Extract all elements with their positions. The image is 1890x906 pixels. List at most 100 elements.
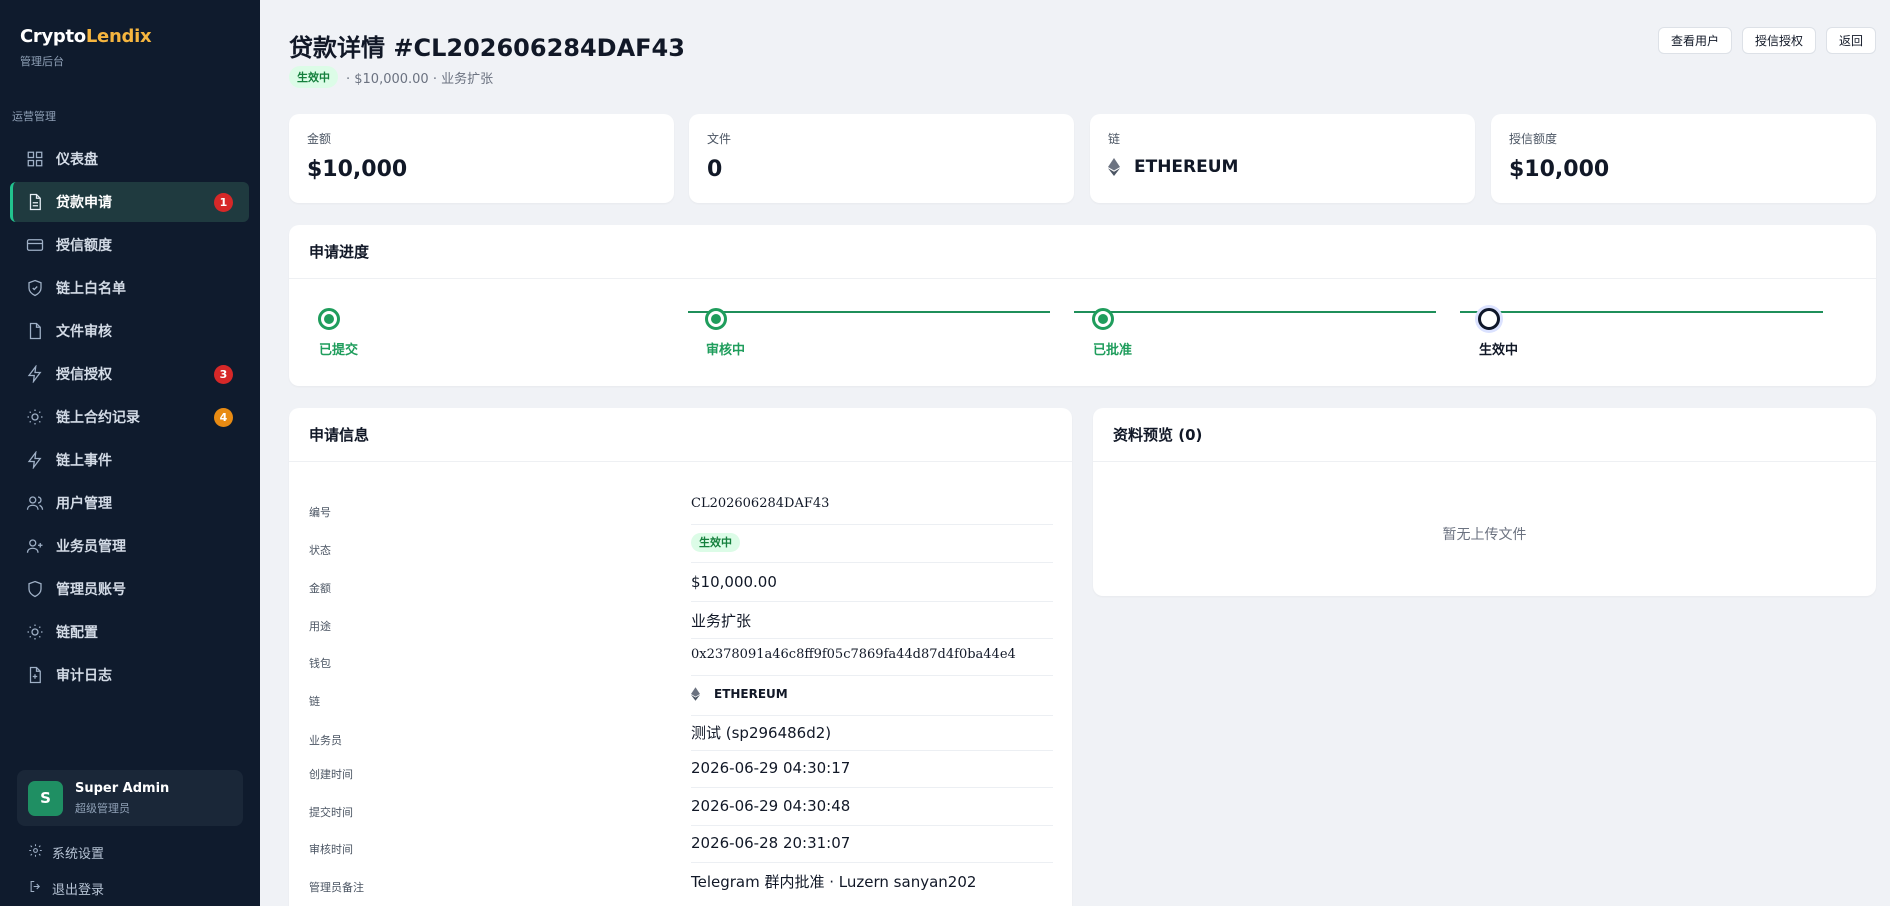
sidebar-item-1[interactable]: 贷款申请 1 [10, 182, 249, 222]
sidebar-item-label: 文件审核 [56, 324, 112, 340]
stat-label: 授信额度 [1509, 132, 1558, 146]
info-value-reviewed: 2026-06-28 20:31:07 [691, 834, 851, 852]
count-badge: 4 [214, 408, 233, 427]
sidebar-item-8[interactable]: 用户管理 [10, 483, 249, 523]
users-icon [26, 494, 44, 512]
row-divider [691, 524, 1053, 525]
info-value: ETHEREUM [691, 687, 788, 701]
document-icon [26, 193, 44, 211]
row-divider [691, 825, 1053, 826]
info-key: 管理员备注 [309, 881, 364, 894]
back-button[interactable]: 返回 [1825, 27, 1876, 54]
logout-icon [28, 879, 52, 898]
sidebar-item-2[interactable]: 授信额度 [10, 225, 249, 265]
sidebar: CryptoLendix 管理后台 运营管理 仪表盘贷款申请 1 授信额度链上白名单… [0, 0, 260, 906]
step-label: 已批准 [1093, 343, 1133, 358]
info-key: 创建时间 [309, 768, 353, 781]
main-content: 贷款详情 #CL202606284DAF43 生效中 · $10,000.00 … [260, 0, 1890, 906]
preview-title: 资料预览 (0) [1093, 408, 1876, 462]
file-plus-icon [26, 666, 44, 684]
sidebar-item-3[interactable]: 链上白名单 [10, 268, 249, 308]
subline-text: · $10,000.00 · 业务扩张 [346, 71, 494, 87]
grid-icon [26, 150, 44, 168]
progress-title: 申请进度 [289, 225, 1876, 279]
sidebar-item-label: 链上事件 [56, 453, 112, 469]
row-divider [691, 675, 1053, 676]
info-key: 业务员 [309, 734, 342, 747]
info-value-purpose: 业务扩张 [691, 612, 752, 630]
info-value-created: 2026-06-29 04:30:17 [691, 759, 851, 777]
page-title: 贷款详情 #CL202606284DAF43 [289, 34, 685, 62]
info-value-wallet[interactable]: 0x2378091a46c8ff9f05c7869fa44d87d4f0ba44… [691, 647, 1016, 662]
row-divider [691, 787, 1053, 788]
stat-value: $10,000 [1509, 157, 1610, 182]
sidebar-item-0[interactable]: 仪表盘 [10, 139, 249, 179]
sidebar-item-9[interactable]: 业务员管理 [10, 526, 249, 566]
nav-section-label: 运营管理 [12, 110, 56, 123]
sidebar-item-7[interactable]: 链上事件 [10, 440, 249, 480]
ethereum-icon [1108, 158, 1120, 176]
step-connector [1460, 311, 1823, 313]
file-icon [26, 322, 44, 340]
stat-card-chain: 链 ETHEREUM [1090, 114, 1475, 203]
sidebar-item-5[interactable]: 授信授权 3 [10, 354, 249, 394]
sidebar-item-label: 仪表盘 [56, 152, 98, 168]
sidebar-nav: 仪表盘贷款申请 1 授信额度链上白名单文件审核授信授权 3 链上合约记录 4 链上事件用户管… [10, 139, 249, 698]
step-dot [318, 308, 340, 330]
ethereum-icon [691, 687, 700, 701]
header-actions: 查看用户 授信授权 返回 [1657, 27, 1876, 54]
step-label: 生效中 [1479, 343, 1519, 358]
info-key: 编号 [309, 506, 331, 519]
step-label: 已提交 [319, 343, 359, 358]
progress-card: 申请进度 [289, 225, 1876, 386]
step-dot [1478, 308, 1500, 330]
count-badge: 3 [214, 365, 233, 384]
preview-card: 资料预览 (0) 暂无上传文件 [1093, 408, 1876, 596]
brand-name-highlight: Lendix [85, 26, 152, 47]
info-key: 链 [309, 695, 320, 708]
brand-logo[interactable]: CryptoLendix [20, 26, 152, 47]
row-divider [691, 638, 1053, 639]
step-connector [688, 311, 1050, 313]
step-dot [1092, 308, 1114, 330]
gear-icon [28, 843, 52, 862]
stat-card-credit: 授信额度 $10,000 [1491, 114, 1876, 203]
info-value-salesperson: 测试 (sp296486d2) [691, 724, 832, 742]
sidebar-item-label: 用户管理 [56, 496, 112, 512]
info-value-amount: $10,000.00 [691, 573, 777, 591]
sidebar-item-4[interactable]: 文件审核 [10, 311, 249, 351]
status-badge: 生效中 [691, 533, 740, 552]
sidebar-item-label: 授信额度 [56, 238, 112, 254]
sidebar-item-12[interactable]: 审计日志 [10, 655, 249, 695]
lightning-icon [26, 450, 44, 470]
view-user-button[interactable]: 查看用户 [1657, 27, 1732, 54]
sidebar-item-label: 链上白名单 [56, 281, 126, 297]
step-dot [705, 308, 727, 330]
info-value: 生效中 [691, 532, 748, 552]
step-label: 审核中 [706, 343, 746, 358]
stat-value: $10,000 [307, 157, 408, 182]
chain-name: ETHEREUM [714, 687, 788, 701]
shield-icon [26, 580, 44, 598]
sidebar-item-10[interactable]: 管理员账号 [10, 569, 249, 609]
row-divider [691, 750, 1053, 751]
settings-link[interactable]: 系统设置 [28, 843, 104, 862]
sidebar-item-label: 业务员管理 [56, 539, 126, 555]
info-key: 审核时间 [309, 843, 353, 856]
brand-subtitle: 管理后台 [20, 55, 64, 68]
credit-auth-button[interactable]: 授信授权 [1741, 27, 1816, 54]
stat-label: 金额 [307, 132, 332, 146]
row-divider [691, 715, 1053, 716]
page-subline: 生效中 · $10,000.00 · 业务扩张 [289, 66, 493, 88]
sun-icon [26, 408, 44, 426]
sidebar-item-label: 管理员账号 [56, 582, 126, 598]
row-divider [691, 562, 1053, 563]
sidebar-item-6[interactable]: 链上合约记录 4 [10, 397, 249, 437]
info-key: 提交时间 [309, 806, 353, 819]
logout-link[interactable]: 退出登录 [28, 879, 104, 898]
stat-card-amount: 金额 $10,000 [289, 114, 674, 203]
sidebar-item-11[interactable]: 链配置 [10, 612, 249, 652]
info-title: 申请信息 [289, 408, 1072, 462]
user-card[interactable]: S Super Admin 超级管理员 [17, 770, 243, 826]
row-divider [691, 601, 1053, 602]
